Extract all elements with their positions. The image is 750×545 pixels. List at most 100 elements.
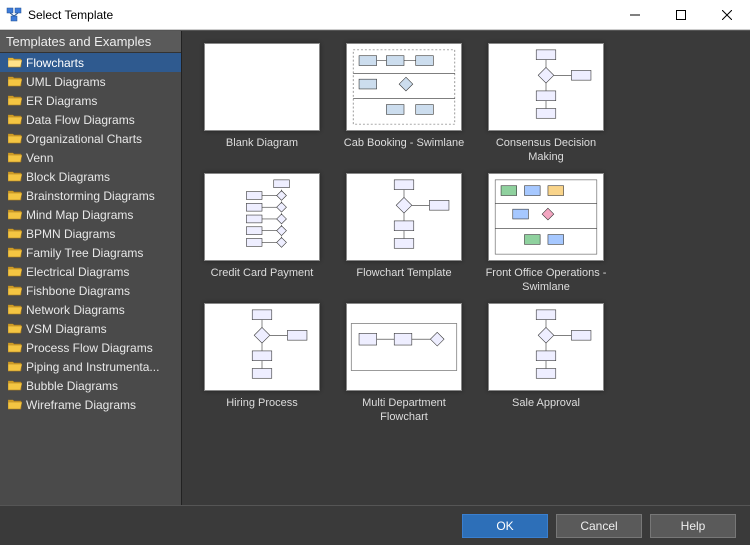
template-item[interactable]: Flowchart Template <box>342 173 466 295</box>
template-item[interactable]: Credit Card Payment <box>200 173 324 295</box>
category-label: Electrical Diagrams <box>26 265 129 279</box>
folder-icon <box>8 76 22 87</box>
template-thumbnail <box>204 303 320 391</box>
category-item[interactable]: Venn <box>0 148 181 167</box>
category-item[interactable]: Mind Map Diagrams <box>0 205 181 224</box>
template-thumbnail <box>346 303 462 391</box>
template-thumbnail <box>346 43 462 131</box>
template-grid: Blank Diagram Cab Booking - Swimlane Conse… <box>200 43 740 425</box>
folder-icon <box>8 190 22 201</box>
titlebar: Select Template <box>0 0 750 30</box>
category-item[interactable]: Family Tree Diagrams <box>0 243 181 262</box>
category-label: Bubble Diagrams <box>26 379 118 393</box>
category-label: Flowcharts <box>26 56 84 70</box>
template-label: Hiring Process <box>226 397 298 425</box>
template-item[interactable]: Sale Approval <box>484 303 608 425</box>
category-label: Block Diagrams <box>26 170 110 184</box>
category-tree: Flowcharts UML Diagrams ER Diagrams Data Fl… <box>0 53 181 505</box>
folder-icon <box>8 114 22 125</box>
category-item[interactable]: Fishbone Diagrams <box>0 281 181 300</box>
window-controls <box>612 0 750 29</box>
category-item[interactable]: Network Diagrams <box>0 300 181 319</box>
category-item[interactable]: Data Flow Diagrams <box>0 110 181 129</box>
sidebar-header: Templates and Examples <box>0 31 181 53</box>
template-thumbnail <box>488 303 604 391</box>
app-icon <box>6 7 22 23</box>
category-item[interactable]: Bubble Diagrams <box>0 376 181 395</box>
category-label: Piping and Instrumenta... <box>26 360 159 374</box>
template-item[interactable]: Blank Diagram <box>200 43 324 165</box>
folder-icon <box>8 380 22 391</box>
category-label: Venn <box>26 151 53 165</box>
folder-icon <box>8 152 22 163</box>
folder-icon <box>8 247 22 258</box>
folder-icon <box>8 228 22 239</box>
category-item[interactable]: Flowcharts <box>0 53 181 72</box>
window-title: Select Template <box>28 8 612 22</box>
template-item[interactable]: Cab Booking - Swimlane <box>342 43 466 165</box>
template-label: Sale Approval <box>512 397 580 425</box>
folder-icon <box>8 304 22 315</box>
category-label: Brainstorming Diagrams <box>26 189 155 203</box>
folder-icon <box>8 361 22 372</box>
folder-icon <box>8 209 22 220</box>
folder-icon <box>8 342 22 353</box>
category-label: UML Diagrams <box>26 75 106 89</box>
folder-icon <box>8 285 22 296</box>
template-label: Flowchart Template <box>356 267 451 295</box>
category-item[interactable]: Process Flow Diagrams <box>0 338 181 357</box>
template-thumbnail <box>204 173 320 261</box>
ok-button[interactable]: OK <box>462 514 548 538</box>
folder-icon <box>8 171 22 182</box>
template-thumbnail <box>488 173 604 261</box>
category-label: ER Diagrams <box>26 94 97 108</box>
folder-icon <box>8 95 22 106</box>
category-item[interactable]: Block Diagrams <box>0 167 181 186</box>
category-label: Organizational Charts <box>26 132 142 146</box>
sidebar: Templates and Examples Flowcharts UML Dia… <box>0 31 182 505</box>
template-label: Consensus Decision Making <box>484 137 608 165</box>
content-area: Templates and Examples Flowcharts UML Dia… <box>0 30 750 505</box>
folder-icon <box>8 266 22 277</box>
category-item[interactable]: Piping and Instrumenta... <box>0 357 181 376</box>
close-button[interactable] <box>704 0 750 29</box>
template-thumbnail <box>488 43 604 131</box>
category-item[interactable]: Organizational Charts <box>0 129 181 148</box>
folder-icon <box>8 323 22 334</box>
template-item[interactable]: Hiring Process <box>200 303 324 425</box>
minimize-button[interactable] <box>612 0 658 29</box>
category-label: Fishbone Diagrams <box>26 284 130 298</box>
folder-icon <box>8 57 22 68</box>
category-label: Mind Map Diagrams <box>26 208 133 222</box>
category-label: Process Flow Diagrams <box>26 341 153 355</box>
template-label: Credit Card Payment <box>211 267 314 295</box>
category-label: Family Tree Diagrams <box>26 246 143 260</box>
template-thumbnail <box>346 173 462 261</box>
template-thumbnail <box>204 43 320 131</box>
template-label: Multi Department Flowchart <box>342 397 466 425</box>
button-bar: OK Cancel Help <box>0 505 750 545</box>
category-item[interactable]: Brainstorming Diagrams <box>0 186 181 205</box>
template-label: Cab Booking - Swimlane <box>344 137 464 165</box>
folder-icon <box>8 399 22 410</box>
category-item[interactable]: VSM Diagrams <box>0 319 181 338</box>
category-item[interactable]: UML Diagrams <box>0 72 181 91</box>
category-item[interactable]: Electrical Diagrams <box>0 262 181 281</box>
category-label: Data Flow Diagrams <box>26 113 135 127</box>
maximize-button[interactable] <box>658 0 704 29</box>
template-label: Blank Diagram <box>226 137 298 165</box>
category-item[interactable]: BPMN Diagrams <box>0 224 181 243</box>
category-label: Network Diagrams <box>26 303 125 317</box>
template-item[interactable]: Front Office Operations - Swimlane <box>484 173 608 295</box>
template-label: Front Office Operations - Swimlane <box>484 267 608 295</box>
template-item[interactable]: Multi Department Flowchart <box>342 303 466 425</box>
category-label: VSM Diagrams <box>26 322 107 336</box>
category-label: BPMN Diagrams <box>26 227 115 241</box>
category-item[interactable]: Wireframe Diagrams <box>0 395 181 414</box>
cancel-button[interactable]: Cancel <box>556 514 642 538</box>
template-grid-area: Blank Diagram Cab Booking - Swimlane Conse… <box>182 31 750 505</box>
template-item[interactable]: Consensus Decision Making <box>484 43 608 165</box>
category-item[interactable]: ER Diagrams <box>0 91 181 110</box>
category-label: Wireframe Diagrams <box>26 398 136 412</box>
help-button[interactable]: Help <box>650 514 736 538</box>
